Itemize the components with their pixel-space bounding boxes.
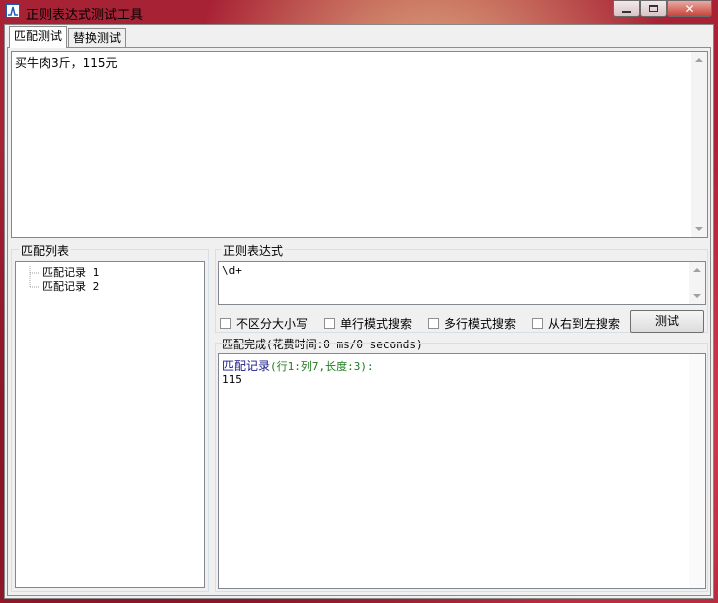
maximize-icon bbox=[649, 5, 658, 12]
close-button[interactable]: ✕ bbox=[667, 0, 712, 17]
window-title: 正则表达式测试工具 bbox=[26, 8, 144, 23]
minimize-icon bbox=[622, 10, 631, 13]
app-icon bbox=[6, 4, 20, 18]
result-header: 匹配记录(行1:列7,长度:3): bbox=[222, 357, 374, 374]
result-detail: (行1:列7,长度:3): bbox=[270, 360, 374, 373]
input-scrollbar[interactable] bbox=[691, 52, 707, 237]
test-button[interactable]: 测试 bbox=[630, 310, 704, 333]
scroll-down-icon[interactable] bbox=[695, 227, 703, 231]
regex-value: \d+ bbox=[222, 264, 242, 277]
result-textarea[interactable]: 匹配记录(行1:列7,长度:3): 115 bbox=[218, 353, 706, 589]
tab-panel: 买牛肉3斤，115元 匹配列表 匹配记录 1 匹配记录 2 正则表达式 \d+ bbox=[7, 47, 711, 596]
input-text: 买牛肉3斤，115元 bbox=[15, 56, 118, 70]
multi-line-checkbox[interactable]: 多行模式搜索 bbox=[428, 315, 516, 332]
title-bar[interactable]: 正则表达式测试工具 ✕ bbox=[0, 0, 718, 24]
scroll-up-icon[interactable] bbox=[695, 58, 703, 62]
checkbox-icon bbox=[532, 318, 543, 329]
checkbox-icon bbox=[324, 318, 335, 329]
right-to-left-checkbox[interactable]: 从右到左搜索 bbox=[532, 315, 620, 332]
main-window: 匹配测试 替换测试 买牛肉3斤，115元 匹配列表 匹配记录 1 匹配记录 2 bbox=[4, 24, 714, 599]
match-list-tree[interactable]: 匹配记录 1 匹配记录 2 bbox=[15, 261, 205, 588]
minimize-button[interactable] bbox=[613, 0, 640, 17]
regex-input[interactable]: \d+ bbox=[218, 261, 706, 305]
maximize-button[interactable] bbox=[640, 0, 667, 17]
tab-replace-test[interactable]: 替换测试 bbox=[68, 28, 127, 47]
ignore-case-checkbox[interactable]: 不区分大小写 bbox=[220, 315, 308, 332]
input-textarea[interactable]: 买牛肉3斤，115元 bbox=[11, 51, 708, 238]
checkbox-icon bbox=[428, 318, 439, 329]
checkbox-icon bbox=[220, 318, 231, 329]
scroll-up-icon[interactable] bbox=[693, 268, 701, 272]
result-value: 115 bbox=[222, 373, 242, 386]
scroll-down-icon[interactable] bbox=[693, 294, 701, 298]
close-icon: ✕ bbox=[684, 1, 695, 16]
match-list-label: 匹配列表 bbox=[19, 242, 72, 259]
result-scrollbar[interactable] bbox=[689, 354, 705, 588]
result-label: 匹配记录 bbox=[222, 359, 271, 373]
single-line-checkbox[interactable]: 单行模式搜索 bbox=[324, 315, 412, 332]
regex-scrollbar[interactable] bbox=[689, 262, 705, 304]
regex-label: 正则表达式 bbox=[221, 242, 286, 259]
tree-item-2[interactable]: 匹配记录 2 bbox=[42, 278, 99, 294]
tab-match-test[interactable]: 匹配测试 bbox=[9, 26, 68, 48]
